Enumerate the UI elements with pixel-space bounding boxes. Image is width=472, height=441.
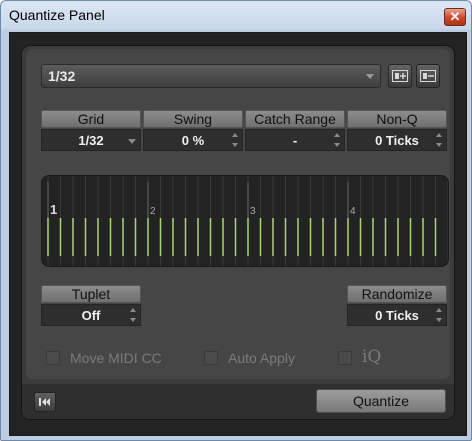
preset-value: 1/32 — [48, 68, 76, 84]
auto-apply-label: Auto Apply — [228, 350, 295, 366]
quantize-panel: 1/32 Grid 1/32 Swing 0 % Catch Range - N… — [21, 45, 455, 420]
tuplet-field[interactable]: Off — [41, 304, 141, 326]
grid-lines: 1 2 3 4 — [47, 176, 448, 266]
close-button[interactable]: ✕ — [444, 8, 466, 26]
close-icon: ✕ — [449, 9, 461, 24]
catch-range-header: Catch Range — [245, 110, 345, 128]
swing-header: Swing — [143, 110, 243, 128]
non-q-field[interactable]: 0 Ticks — [347, 129, 447, 151]
save-preset-button[interactable] — [388, 64, 412, 88]
catch-range-value: - — [292, 133, 298, 148]
quantize-grid-display[interactable]: 1 2 3 4 — [41, 175, 449, 267]
move-midi-cc-label: Move MIDI CC — [70, 350, 162, 366]
spinner-arrows-icon[interactable] — [436, 308, 443, 322]
grid-dropdown[interactable]: 1/32 — [41, 129, 141, 151]
spinner-arrows-icon[interactable] — [232, 133, 239, 147]
randomize-field[interactable]: 0 Ticks — [347, 304, 447, 326]
settings-area: 1/32 Grid 1/32 Swing 0 % Catch Range - N… — [26, 49, 450, 379]
iq-checkbox[interactable] — [338, 351, 352, 365]
randomize-value: 0 Ticks — [375, 308, 419, 323]
skip-back-icon — [39, 398, 50, 406]
randomize-header: Randomize — [347, 285, 447, 303]
spinner-arrows-icon[interactable] — [334, 133, 341, 147]
swing-field[interactable]: 0 % — [143, 129, 243, 151]
swing-value: 0 % — [181, 133, 205, 148]
non-q-value: 0 Ticks — [375, 133, 419, 148]
quantize-button[interactable]: Quantize — [316, 389, 446, 413]
non-q-header: Non-Q — [347, 110, 447, 128]
reset-button[interactable] — [34, 392, 56, 412]
remove-preset-button[interactable] — [416, 64, 440, 88]
chevron-down-icon — [366, 74, 374, 79]
move-midi-cc-checkbox[interactable] — [46, 351, 60, 365]
grid-value: 1/32 — [78, 133, 104, 148]
title-bar[interactable]: Quantize Panel ✕ — [1, 1, 471, 31]
window-title: Quantize Panel — [9, 7, 105, 23]
tuplet-header: Tuplet — [41, 285, 141, 303]
save-preset-icon — [392, 70, 408, 82]
bar-number-label: 3 — [250, 206, 256, 217]
chevron-down-icon — [128, 139, 136, 144]
bar-number-label: 4 — [350, 206, 356, 217]
auto-apply-checkbox[interactable] — [204, 351, 218, 365]
spinner-arrows-icon[interactable] — [436, 133, 443, 147]
bottom-bar: Quantize — [22, 384, 454, 419]
bar-number-label: 1 — [50, 202, 57, 217]
grid-header: Grid — [41, 110, 141, 128]
remove-preset-icon — [420, 70, 436, 82]
iq-label: iQ — [362, 347, 382, 367]
preset-selector[interactable]: 1/32 — [41, 64, 381, 88]
tuplet-value: Off — [81, 308, 101, 323]
bar-number-label: 2 — [150, 206, 156, 217]
catch-range-field[interactable]: - — [245, 129, 345, 151]
spinner-arrows-icon[interactable] — [130, 308, 137, 322]
